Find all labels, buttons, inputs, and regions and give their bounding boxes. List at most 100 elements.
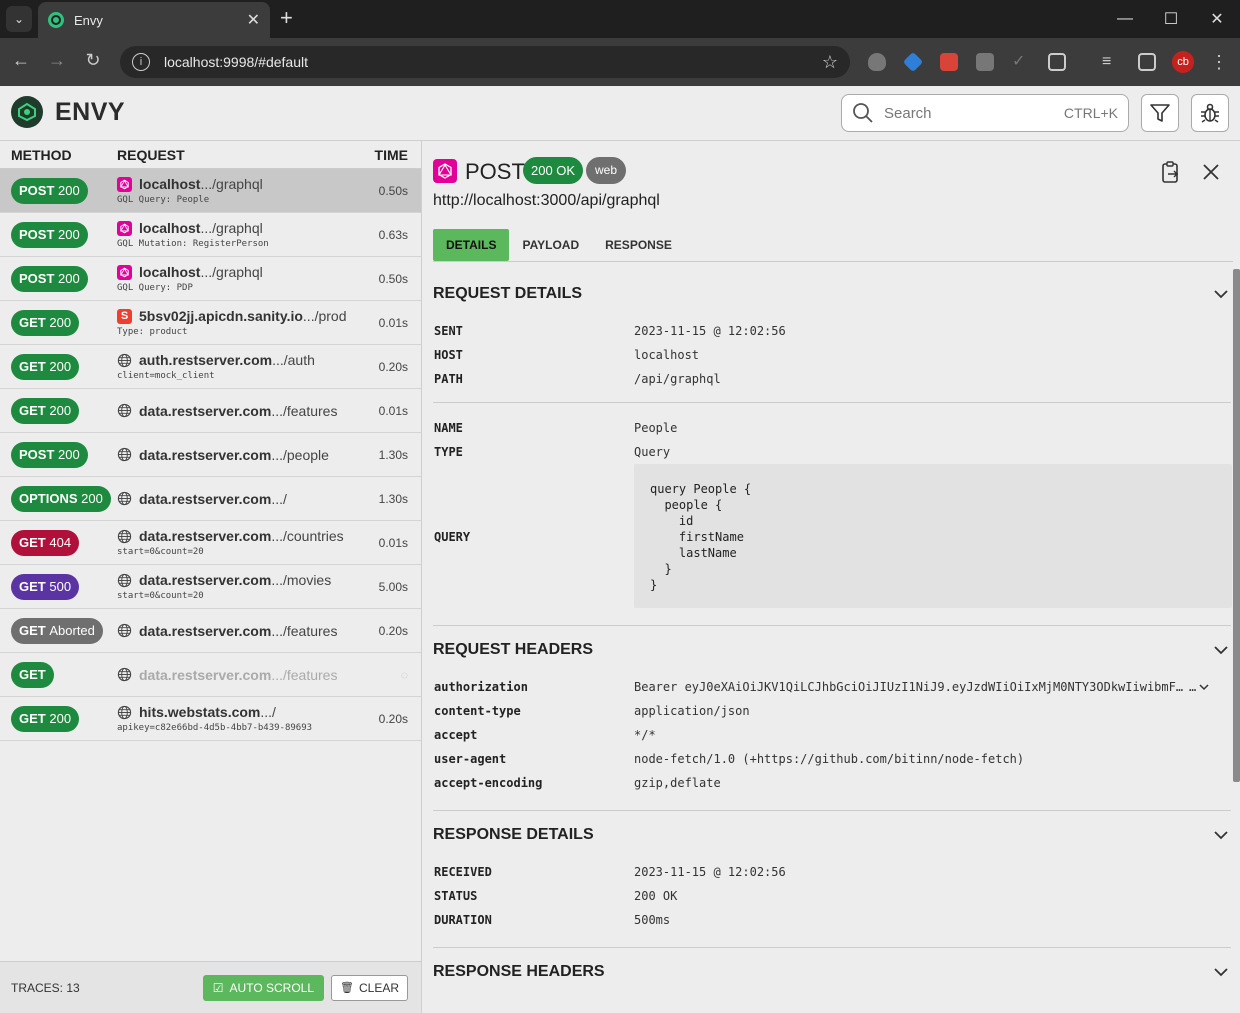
chevron-down-icon[interactable]	[1213, 289, 1229, 299]
bookmark-star-icon[interactable]: ☆	[822, 52, 838, 73]
close-icon[interactable]	[1198, 159, 1224, 185]
new-tab-button[interactable]: +	[280, 7, 293, 29]
trace-row[interactable]: POST 200 localhost .../graphql GQL Mutation…	[0, 213, 421, 257]
auto-scroll-button[interactable]: ☑ AUTO SCROLL	[202, 974, 325, 1001]
chevron-down-icon[interactable]	[1213, 830, 1229, 840]
chevron-down-icon[interactable]	[1213, 967, 1229, 977]
trace-row[interactable]: POST 200 data.restserver.com .../people 1.3…	[0, 433, 421, 477]
profile-avatar[interactable]: cb	[1172, 51, 1194, 73]
trace-row[interactable]: OPTIONS 200 data.restserver.com .../ 1.30s	[0, 477, 421, 521]
trace-row[interactable]: POST 200 localhost .../graphql GQL Query: P…	[0, 169, 421, 213]
tab-response[interactable]: RESPONSE	[592, 229, 685, 261]
trace-row[interactable]: GET 200 hits.webstats.com .../ apikey=c82e6…	[0, 697, 421, 741]
trace-row[interactable]: GET 500 data.restserver.com .../movies star…	[0, 565, 421, 609]
request-time: 0.20s	[378, 359, 408, 374]
tab-search-button[interactable]: ⌄	[6, 6, 32, 32]
minimize-icon[interactable]: —	[1102, 0, 1148, 38]
debug-button[interactable]	[1191, 94, 1229, 132]
maximize-icon[interactable]: ☐	[1148, 0, 1194, 38]
dev-extension-icon[interactable]	[902, 51, 924, 73]
address-url[interactable]: localhost:9998/#default	[164, 54, 822, 70]
browser-tab[interactable]: Envy ✕	[38, 2, 270, 38]
side-panel-icon[interactable]	[1138, 53, 1156, 71]
header-key: content-type	[434, 704, 521, 718]
filter-button[interactable]	[1141, 94, 1179, 132]
time-cell: 0.20s	[361, 624, 421, 638]
copy-clipboard-icon[interactable]	[1158, 159, 1184, 185]
search-input[interactable]: Search CTRL+K	[841, 94, 1129, 132]
time-cell: ◌	[361, 668, 421, 682]
details-scrollbar[interactable]	[1233, 269, 1240, 782]
request-path: .../prod	[302, 308, 347, 324]
request-cell: data.restserver.com .../movies start=0&cou…	[117, 572, 361, 601]
column-method[interactable]: METHOD	[0, 147, 117, 163]
forward-icon[interactable]: →	[45, 50, 69, 71]
response-headers-title[interactable]: RESPONSE HEADERS	[433, 963, 605, 981]
method-label: OPTIONS	[19, 490, 78, 506]
request-path: .../	[271, 490, 287, 507]
request-path: .../graphql	[200, 176, 263, 192]
app-header: ENVY Search CTRL+K	[0, 86, 1240, 141]
time-cell: 0.50s	[361, 184, 421, 198]
loading-spinner-icon: ◌	[400, 667, 408, 682]
column-time[interactable]: TIME	[361, 147, 421, 163]
request-host: localhost	[139, 264, 201, 280]
trace-row[interactable]: GET 404 data.restserver.com .../countries s…	[0, 521, 421, 565]
browser-tabstrip: ⌄ Envy ✕ + — ☐ ✕	[0, 0, 1240, 38]
tab-payload[interactable]: PAYLOAD	[509, 229, 592, 261]
detail-source-badge: web	[586, 157, 627, 184]
extension-icon[interactable]: ✓	[1012, 53, 1030, 71]
sanity-icon: S	[117, 308, 132, 324]
tab-details[interactable]: DETAILS	[433, 229, 510, 261]
trace-row[interactable]: GET 200 S 5bsv02jj.apicdn.sanity.io .../pro…	[0, 301, 421, 345]
column-request[interactable]: REQUEST	[117, 147, 361, 163]
clear-button[interactable]: 🗑 CLEAR	[331, 974, 408, 1001]
status-value: 200 OK	[634, 889, 678, 903]
chevron-down-icon[interactable]	[1213, 645, 1229, 655]
address-bar[interactable]: i localhost:9998/#default ☆	[120, 46, 850, 78]
auto-scroll-label: AUTO SCROLL	[229, 980, 315, 995]
request-host: data.restserver.com	[139, 528, 272, 544]
method-cell: POST 200	[0, 441, 117, 468]
request-host: localhost	[139, 176, 201, 192]
browser-menu-icon[interactable]: ⋮	[1210, 53, 1228, 71]
trace-list: POST 200 localhost .../graphql GQL Query: P…	[0, 169, 421, 741]
status-label: STATUS	[434, 889, 478, 903]
request-path: .../features	[271, 666, 338, 683]
window-close-icon[interactable]: ✕	[1194, 0, 1240, 38]
site-info-icon[interactable]: i	[132, 53, 150, 71]
reload-icon[interactable]: ↻	[81, 50, 105, 71]
query-code-block[interactable]: query People { people { id firstName las…	[634, 464, 1232, 608]
trace-row[interactable]: GET Aborted data.restserver.com .../featur…	[0, 609, 421, 653]
ublock-extension-icon[interactable]	[868, 53, 886, 71]
extensions-puzzle-icon[interactable]	[1048, 53, 1066, 71]
method-cell: POST 200	[0, 177, 117, 204]
trace-row[interactable]: GET data.restserver.com .../features ◌	[0, 653, 421, 697]
expand-chevron-icon[interactable]	[1199, 683, 1209, 691]
trace-row[interactable]: POST 200 localhost .../graphql GQL Query: P…	[0, 257, 421, 301]
path-label: PATH	[434, 372, 463, 386]
tab-title: Envy	[74, 12, 103, 28]
back-icon[interactable]: ←	[9, 50, 33, 71]
traces-panel: METHOD REQUEST TIME POST 200 localhost...…	[0, 141, 422, 1013]
method-cell: GET 200	[0, 705, 117, 732]
extension-icon[interactable]	[940, 53, 958, 71]
trace-row[interactable]: GET 200 data.restserver.com .../features 0.…	[0, 389, 421, 433]
divider	[433, 625, 1231, 626]
request-headers-title[interactable]: REQUEST HEADERS	[433, 641, 593, 659]
traces-header: METHOD REQUEST TIME	[0, 141, 421, 169]
trace-row[interactable]: GET 200 auth.restserver.com .../auth client…	[0, 345, 421, 389]
tab-close-icon[interactable]: ✕	[247, 10, 260, 30]
globe-icon	[117, 403, 132, 418]
window-controls: — ☐ ✕	[1102, 0, 1240, 38]
request-details-title[interactable]: REQUEST DETAILS	[433, 285, 582, 303]
response-details-title[interactable]: RESPONSE DETAILS	[433, 826, 594, 844]
method-label: GET	[19, 622, 46, 638]
media-controls-icon[interactable]: ≡	[1102, 53, 1120, 71]
request-time: 0.01s	[378, 535, 408, 550]
method-status-badge: POST 200	[11, 441, 88, 468]
request-subtitle: Type: product	[117, 327, 188, 337]
method-status-badge: GET	[11, 661, 54, 688]
request-time: 1.30s	[378, 447, 408, 462]
extension-icon[interactable]	[976, 53, 994, 71]
